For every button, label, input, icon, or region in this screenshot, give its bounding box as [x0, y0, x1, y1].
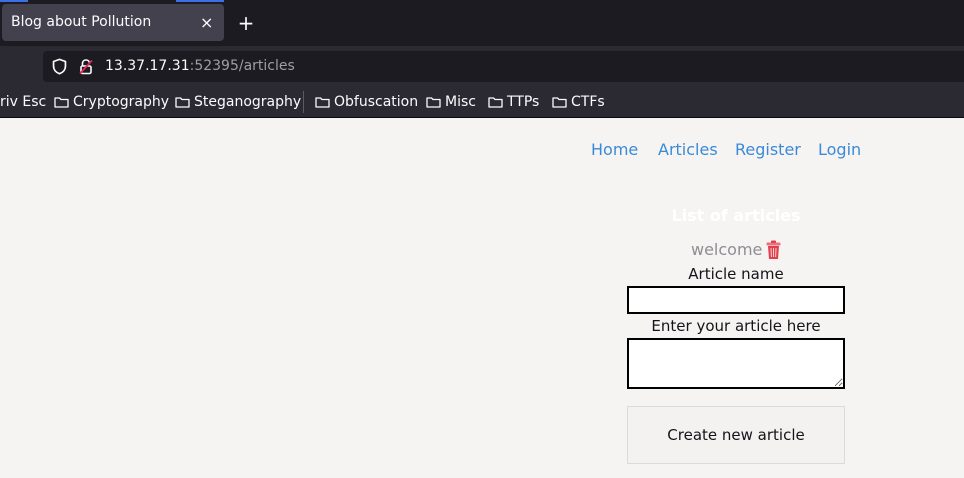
bookmark-label: TTPs — [507, 94, 540, 110]
nav-link-login[interactable]: Login — [818, 140, 861, 159]
folder-icon — [426, 97, 441, 108]
shield-icon[interactable] — [51, 58, 68, 75]
article-body-textarea[interactable] — [627, 338, 845, 389]
bookmark-label: Cryptography — [73, 94, 170, 110]
browser-tab-bar: Blog about Pollution × + — [0, 0, 964, 46]
browser-nav-bar: 13.37.17.31:52395/articles — [0, 46, 964, 87]
tab-accent-strip — [176, 0, 224, 2]
trash-icon[interactable] — [764, 240, 783, 260]
bookmark-label: Obfuscation — [334, 94, 419, 110]
close-icon[interactable]: × — [200, 4, 213, 41]
article-name-label: Article name — [688, 265, 784, 283]
article-list-item: welcome — [691, 239, 783, 263]
url-host: 13.37.17.31 — [105, 58, 190, 74]
nav-link-articles[interactable]: Articles — [658, 140, 718, 159]
tab-accent-strip — [0, 0, 28, 2]
articles-list-heading: List of articles — [671, 206, 801, 225]
bookmark-separator — [303, 91, 304, 113]
bookmark-label: riv Esc — [0, 94, 47, 110]
url-path: :52395/articles — [189, 58, 295, 74]
create-article-button[interactable]: Create new article — [627, 406, 845, 464]
folder-icon — [552, 97, 567, 108]
nav-link-home[interactable]: Home — [591, 140, 638, 159]
lock-insecure-icon[interactable] — [78, 58, 94, 75]
browser-tab[interactable]: Blog about Pollution × — [2, 4, 224, 41]
bookmark-label: Steganography — [194, 94, 302, 110]
bookmark-label: Misc — [445, 94, 476, 110]
bookmark-label: CTFs — [571, 94, 605, 110]
bookmarks-bar: riv Esc Cryptography Steganography Obfus… — [0, 87, 964, 117]
tab-title: Blog about Pollution — [11, 14, 152, 30]
article-name-input[interactable] — [627, 286, 845, 314]
folder-icon — [488, 97, 503, 108]
folder-icon — [54, 97, 69, 108]
url-bar[interactable]: 13.37.17.31:52395/articles — [43, 51, 964, 82]
url-text[interactable]: 13.37.17.31:52395/articles — [105, 51, 295, 82]
article-body-label: Enter your article here — [651, 317, 821, 335]
folder-icon — [315, 97, 330, 108]
article-link[interactable]: welcome — [691, 240, 762, 259]
new-tab-button[interactable]: + — [236, 6, 256, 40]
nav-link-register[interactable]: Register — [735, 140, 801, 159]
folder-icon — [175, 97, 190, 108]
page-content: Home Articles Register Login List of art… — [0, 118, 964, 478]
